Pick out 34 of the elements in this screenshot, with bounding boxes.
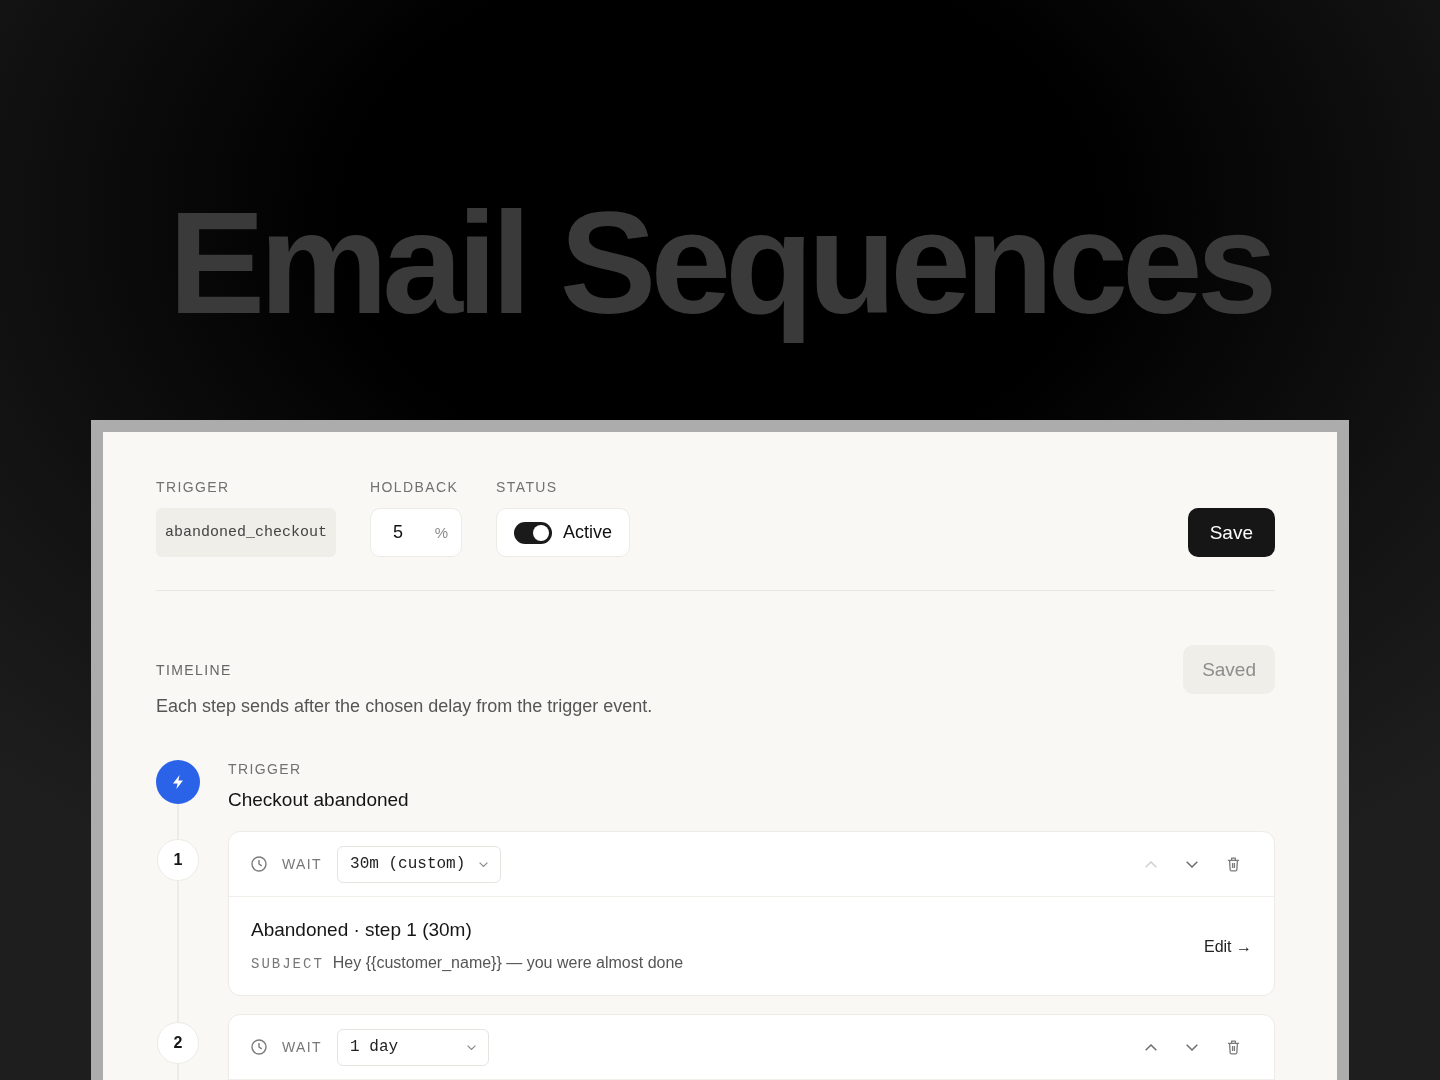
subject-label: SUBJECT bbox=[251, 955, 324, 974]
email-title: Abandoned · step 1 (30m) bbox=[251, 918, 472, 942]
chevron-down-icon bbox=[1186, 1043, 1198, 1051]
bolt-icon bbox=[156, 760, 200, 804]
section-label: TIMELINE bbox=[156, 660, 232, 679]
clock-icon bbox=[251, 1039, 267, 1055]
chevron-up-icon bbox=[1145, 860, 1157, 868]
delay-select[interactable]: 1 day bbox=[337, 1028, 490, 1066]
field-label: TRIGGER bbox=[156, 478, 230, 496]
chevron-down-icon bbox=[479, 861, 489, 867]
trigger-event: Checkout abandoned bbox=[228, 788, 409, 812]
chevron-down-icon bbox=[467, 1044, 477, 1050]
chevron-up-icon bbox=[1145, 1043, 1157, 1051]
clock-icon bbox=[251, 856, 267, 872]
trigger-label: TRIGGER bbox=[228, 761, 302, 777]
step-number: 2 bbox=[157, 1022, 199, 1064]
page-title: Email Sequences bbox=[168, 181, 1272, 346]
status-text: Active bbox=[563, 522, 613, 543]
holdback-field[interactable]: 5 % bbox=[370, 508, 463, 557]
trash-icon bbox=[1226, 1039, 1240, 1055]
subject-text: Hey {{customer_name}} — you were almost done bbox=[332, 953, 684, 973]
trash-icon bbox=[1226, 856, 1240, 872]
timeline-description: Each step sends after the chosen delay from the trigger event. bbox=[156, 695, 653, 718]
toggle-switch[interactable] bbox=[514, 521, 553, 544]
delay-select[interactable]: 30m (custom) bbox=[337, 845, 502, 883]
step-number: 1 bbox=[157, 839, 199, 881]
field-label: STATUS bbox=[496, 478, 558, 496]
edit-link[interactable]: Edit → bbox=[1204, 937, 1252, 956]
chevron-down-icon bbox=[1186, 860, 1198, 868]
trigger-field[interactable]: abandoned_checkout bbox=[156, 508, 337, 557]
wait-label: WAIT bbox=[282, 1039, 323, 1055]
wait-label: WAIT bbox=[282, 856, 323, 872]
save-button[interactable]: Save bbox=[1187, 508, 1275, 557]
field-label: HOLDBACK bbox=[370, 478, 459, 496]
